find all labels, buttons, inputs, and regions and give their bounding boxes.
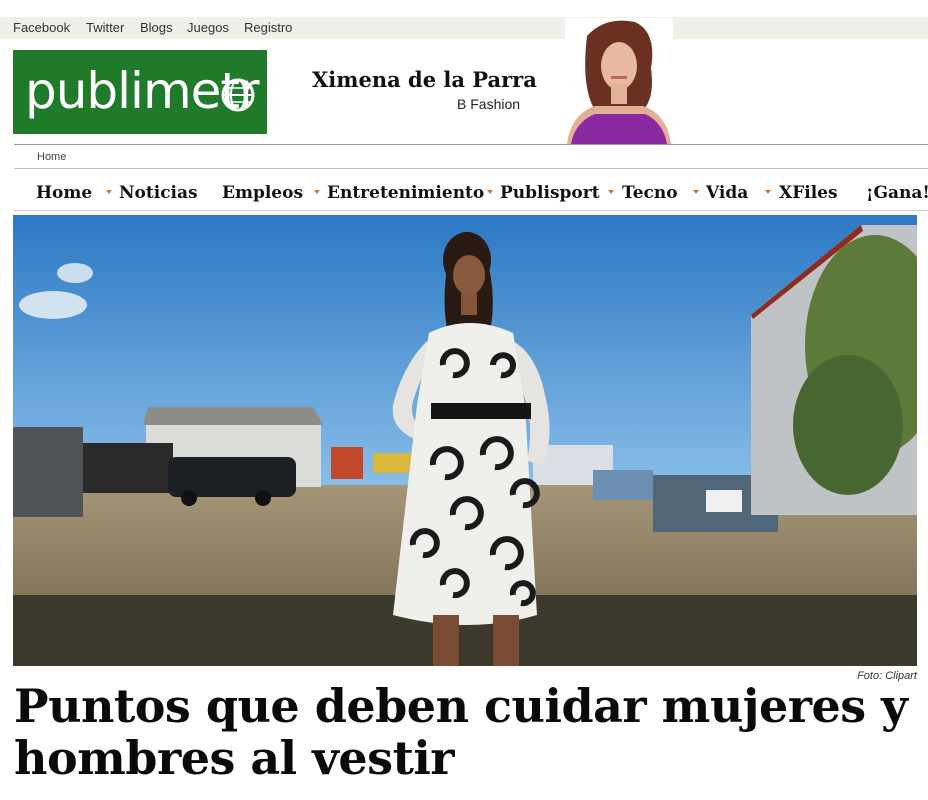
nav-entretenimiento-dropdown-icon[interactable] [314,190,320,194]
nav-xfiles-dropdown-icon[interactable] [765,190,771,194]
nav-gana[interactable]: ¡Gana! [866,183,928,203]
blog-name: B Fashion [457,96,521,112]
top-links-bar: Facebook Twitter Blogs Juegos Registro [0,17,928,39]
nav-home[interactable]: Home [36,183,92,203]
article-headline: Puntos que deben cuidar mujeres y hombre… [14,679,908,785]
header-divider [14,144,928,145]
breadcrumb-divider [14,168,928,169]
nav-publisport[interactable]: Publisport [500,183,600,203]
nav-vida[interactable]: Vida [706,183,748,203]
breadcrumb[interactable]: Home [37,151,66,163]
juegos-link[interactable]: Juegos [187,20,229,35]
facebook-link[interactable]: Facebook [13,20,70,35]
nav-noticias[interactable]: Noticias [119,183,198,203]
globe-icon [221,78,255,112]
nav-xfiles[interactable]: XFiles [779,183,838,203]
registro-link[interactable]: Registro [244,20,292,35]
author-name[interactable]: Ximena de la Parra [312,67,537,92]
nav-noticias-dropdown-icon[interactable] [106,190,112,194]
publimetro-logo[interactable]: publimetr [13,50,267,134]
nav-tecno-dropdown-icon[interactable] [608,190,614,194]
blogs-link[interactable]: Blogs [140,20,173,35]
nav-entretenimiento[interactable]: Entretenimiento [327,183,484,203]
nav-vida-dropdown-icon[interactable] [693,190,699,194]
author-photo [565,18,673,144]
nav-divider [14,210,928,211]
twitter-link[interactable]: Twitter [86,20,124,35]
nav-tecno[interactable]: Tecno [622,183,678,203]
article-hero-photo [13,215,917,666]
nav-publisport-dropdown-icon[interactable] [487,190,493,194]
nav-empleos[interactable]: Empleos [222,183,303,203]
